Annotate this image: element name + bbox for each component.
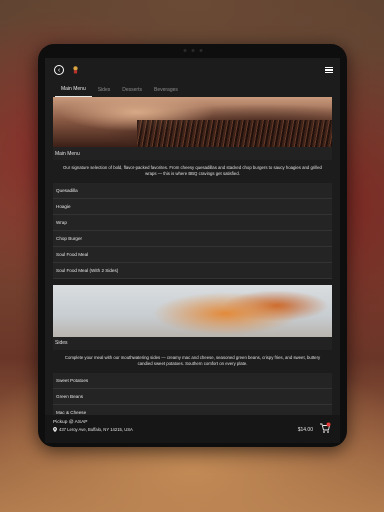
section-description-main-menu: Our signature selection of bold, flavor-… [63,165,322,177]
page-background: { "tabs": ["Main Menu", "Sides", "Desser… [0,0,384,512]
pickup-address: 437 Leroy Ave, Buffalo, NY 14215, USA [53,427,332,432]
menu-item-chop-burger[interactable]: Chop Burger [53,230,332,247]
menu-item-soul-food-meal-2-sides[interactable]: Soul Food Meal (With 2 Sides) [53,262,332,279]
menu-item-hoagie[interactable]: Hoagie [53,198,332,215]
tab-desserts[interactable]: Desserts [116,87,148,97]
order-bar: Pickup @ ASAP 437 Leroy Ave, Buffalo, NY… [45,415,340,443]
tablet-camera [183,49,202,52]
sides-hero-image [53,284,332,337]
location-pin-icon [53,427,57,432]
cart-icon[interactable] [319,422,331,434]
menu-content: Main Menu Our signature selection of bol… [45,97,340,437]
back-icon[interactable]: ‹ [54,65,64,75]
menu-item-wrap[interactable]: Wrap [53,214,332,231]
section-title-main-menu: Main Menu [53,147,332,160]
category-tabs: Main Menu Sides Desserts Beverages [45,82,340,97]
app-screen: ‹ Main Menu Sides Desserts Beverages Mai… [45,58,340,443]
menu-item-soul-food-meal[interactable]: Soul Food Meal [53,246,332,263]
pickup-time[interactable]: Pickup @ ASAP [53,420,332,425]
logo-icon [73,66,78,74]
menu-item-quesadilla[interactable]: Quesadilla [53,182,332,199]
section-description-sides: Complete your meal with our mouthwaterin… [64,354,321,367]
main-menu-hero-image [53,97,332,147]
tab-main-menu[interactable]: Main Menu [55,86,92,97]
top-bar: ‹ [45,58,340,82]
tab-sides[interactable]: Sides [92,87,117,97]
tablet-frame: ‹ Main Menu Sides Desserts Beverages Mai… [38,44,347,447]
address-text: 437 Leroy Ave, Buffalo, NY 14215, USA [59,427,133,432]
menu-item-green-beans[interactable]: Green Beans [53,388,332,405]
section-title-sides: Sides [53,336,332,350]
order-total: $14.00 [297,427,313,433]
menu-item-sweet-potatoes[interactable]: Sweet Potatoes [53,372,332,389]
tab-beverages[interactable]: Beverages [148,87,184,97]
menu-icon[interactable] [325,66,333,74]
